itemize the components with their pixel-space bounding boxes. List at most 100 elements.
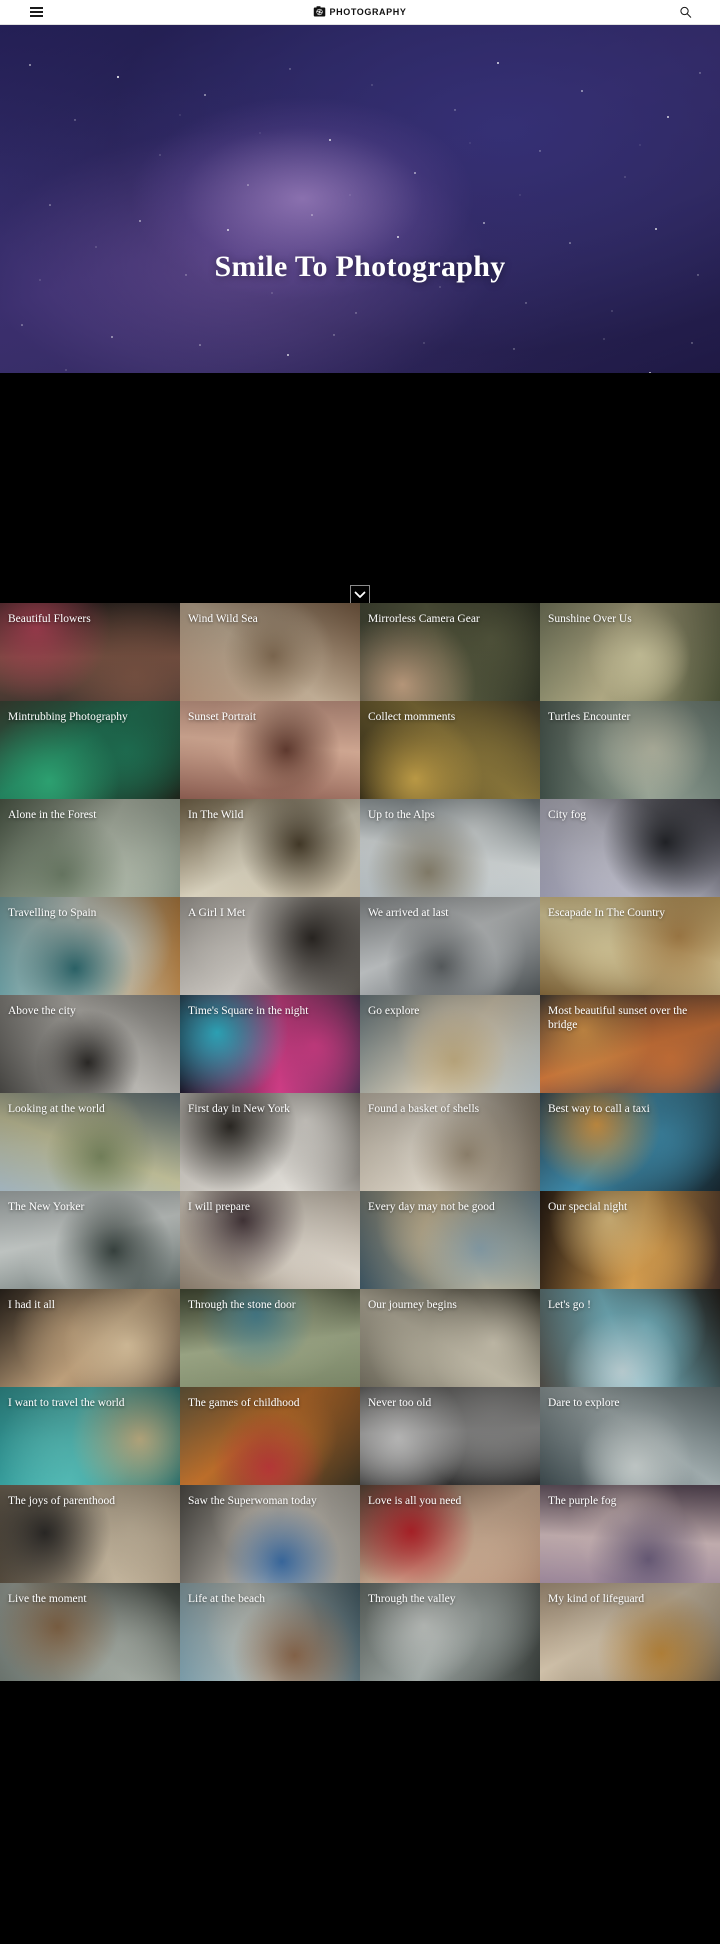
gallery-tile[interactable]: The games of childhood: [180, 1387, 360, 1485]
gallery-tile[interactable]: I want to travel the world: [0, 1387, 180, 1485]
gallery-tile[interactable]: Mintrubbing Photography: [0, 701, 180, 799]
gallery-tile-title: City fog: [548, 809, 712, 823]
chevron-down-icon: [354, 591, 366, 599]
gallery-tile[interactable]: First day in New York: [180, 1093, 360, 1191]
gallery-tile[interactable]: Up to the Alps: [360, 799, 540, 897]
gallery-tile[interactable]: Every day may not be good: [360, 1191, 540, 1289]
gallery-tile[interactable]: Go explore: [360, 995, 540, 1093]
gallery-tile[interactable]: Collect momments: [360, 701, 540, 799]
gallery-tile-title: I had it all: [8, 1299, 172, 1313]
gallery-tile-title: Above the city: [8, 1005, 172, 1019]
gallery-tile[interactable]: Life at the beach: [180, 1583, 360, 1681]
gallery-tile[interactable]: The joys of parenthood: [0, 1485, 180, 1583]
gallery-tile-title: I want to travel the world: [8, 1397, 172, 1411]
gallery-tile-title: Saw the Superwoman today: [188, 1495, 352, 1509]
gallery-tile[interactable]: In The Wild: [180, 799, 360, 897]
hamburger-icon[interactable]: [30, 7, 43, 17]
gallery-tile-title: Life at the beach: [188, 1593, 352, 1607]
hamburger-bar: [30, 11, 43, 13]
gallery-tile-title: The New Yorker: [8, 1201, 172, 1215]
gallery-tile-title: The games of childhood: [188, 1397, 352, 1411]
gallery-tile-title: The purple fog: [548, 1495, 712, 1509]
hamburger-bar: [30, 7, 43, 9]
hamburger-bar: [30, 15, 43, 17]
gallery-tile-title: Go explore: [368, 1005, 532, 1019]
search-icon[interactable]: [679, 6, 692, 19]
gallery-tile-title: Sunset Portrait: [188, 711, 352, 725]
gallery-tile[interactable]: Wind Wild Sea: [180, 603, 360, 701]
gallery-tile-title: Our journey begins: [368, 1299, 532, 1313]
gallery-tile-title: Beautiful Flowers: [8, 613, 172, 627]
gallery-tile-title: Through the stone door: [188, 1299, 352, 1313]
site-logo[interactable]: PHOTOGRAPHY: [314, 6, 407, 18]
gallery-tile-title: Love is all you need: [368, 1495, 532, 1509]
gallery-tile[interactable]: Never too old: [360, 1387, 540, 1485]
gallery-tile-title: My kind of lifeguard: [548, 1593, 712, 1607]
gallery-tile-title: Collect momments: [368, 711, 532, 725]
gallery-tile[interactable]: I had it all: [0, 1289, 180, 1387]
gallery-tile-title: Alone in the Forest: [8, 809, 172, 823]
gallery-tile-title: Travelling to Spain: [8, 907, 172, 921]
gallery-tile[interactable]: Through the valley: [360, 1583, 540, 1681]
gallery-tile[interactable]: The New Yorker: [0, 1191, 180, 1289]
gallery-tile[interactable]: Love is all you need: [360, 1485, 540, 1583]
gallery-tile[interactable]: Travelling to Spain: [0, 897, 180, 995]
gallery-tile[interactable]: Let's go !: [540, 1289, 720, 1387]
gallery-tile-title: A Girl I Met: [188, 907, 352, 921]
gallery-tile[interactable]: Looking at the world: [0, 1093, 180, 1191]
photo-gallery-grid: Beautiful Flowers Wind Wild Sea Mirrorless…: [0, 603, 720, 1681]
gallery-tile[interactable]: My kind of lifeguard: [540, 1583, 720, 1681]
gallery-tile-title: I will prepare: [188, 1201, 352, 1215]
gallery-tile-title: Wind Wild Sea: [188, 613, 352, 627]
gallery-tile[interactable]: Our journey begins: [360, 1289, 540, 1387]
hero-section: Smile To Photography: [0, 25, 720, 603]
gallery-tile[interactable]: Live the moment: [0, 1583, 180, 1681]
gallery-tile-title: Escapade In The Country: [548, 907, 712, 921]
gallery-tile[interactable]: Our special night: [540, 1191, 720, 1289]
hero-foreground-silhouette: [0, 373, 720, 603]
gallery-tile-title: Never too old: [368, 1397, 532, 1411]
gallery-tile-title: In The Wild: [188, 809, 352, 823]
gallery-tile-title: Up to the Alps: [368, 809, 532, 823]
scroll-down-button[interactable]: [350, 585, 370, 603]
gallery-tile-title: Mintrubbing Photography: [8, 711, 172, 725]
gallery-tile[interactable]: Alone in the Forest: [0, 799, 180, 897]
gallery-tile-title: Time's Square in the night: [188, 1005, 352, 1019]
gallery-tile-title: Looking at the world: [8, 1103, 172, 1117]
gallery-tile-title: The joys of parenthood: [8, 1495, 172, 1509]
gallery-tile[interactable]: Best way to call a taxi: [540, 1093, 720, 1191]
gallery-tile-title: Turtles Encounter: [548, 711, 712, 725]
gallery-tile-title: First day in New York: [188, 1103, 352, 1117]
gallery-tile-title: Every day may not be good: [368, 1201, 532, 1215]
gallery-tile-title: Through the valley: [368, 1593, 532, 1607]
gallery-tile[interactable]: Sunshine Over Us: [540, 603, 720, 701]
gallery-tile-title: Our special night: [548, 1201, 712, 1215]
gallery-tile[interactable]: Saw the Superwoman today: [180, 1485, 360, 1583]
gallery-tile-title: Found a basket of shells: [368, 1103, 532, 1117]
gallery-tile[interactable]: Found a basket of shells: [360, 1093, 540, 1191]
gallery-tile-title: Sunshine Over Us: [548, 613, 712, 627]
gallery-tile[interactable]: Dare to explore: [540, 1387, 720, 1485]
gallery-tile-title: Mirrorless Camera Gear: [368, 613, 532, 627]
gallery-tile-title: We arrived at last: [368, 907, 532, 921]
gallery-tile-title: Let's go !: [548, 1299, 712, 1313]
gallery-tile[interactable]: A Girl I Met: [180, 897, 360, 995]
gallery-tile[interactable]: Time's Square in the night: [180, 995, 360, 1093]
gallery-tile[interactable]: We arrived at last: [360, 897, 540, 995]
gallery-tile-title: Dare to explore: [548, 1397, 712, 1411]
gallery-tile[interactable]: Sunset Portrait: [180, 701, 360, 799]
gallery-tile[interactable]: The purple fog: [540, 1485, 720, 1583]
gallery-tile[interactable]: I will prepare: [180, 1191, 360, 1289]
gallery-tile[interactable]: Above the city: [0, 995, 180, 1093]
gallery-tile[interactable]: Most beautiful sunset over the bridge: [540, 995, 720, 1093]
gallery-tile[interactable]: Turtles Encounter: [540, 701, 720, 799]
gallery-tile[interactable]: Mirrorless Camera Gear: [360, 603, 540, 701]
gallery-tile[interactable]: Escapade In The Country: [540, 897, 720, 995]
gallery-tile[interactable]: Beautiful Flowers: [0, 603, 180, 701]
gallery-tile[interactable]: Through the stone door: [180, 1289, 360, 1387]
camera-aperture-icon: [314, 6, 326, 18]
brand-name: PHOTOGRAPHY: [330, 7, 407, 17]
gallery-tile-title: Most beautiful sunset over the bridge: [548, 1005, 712, 1032]
site-header: PHOTOGRAPHY: [0, 0, 720, 25]
gallery-tile[interactable]: City fog: [540, 799, 720, 897]
